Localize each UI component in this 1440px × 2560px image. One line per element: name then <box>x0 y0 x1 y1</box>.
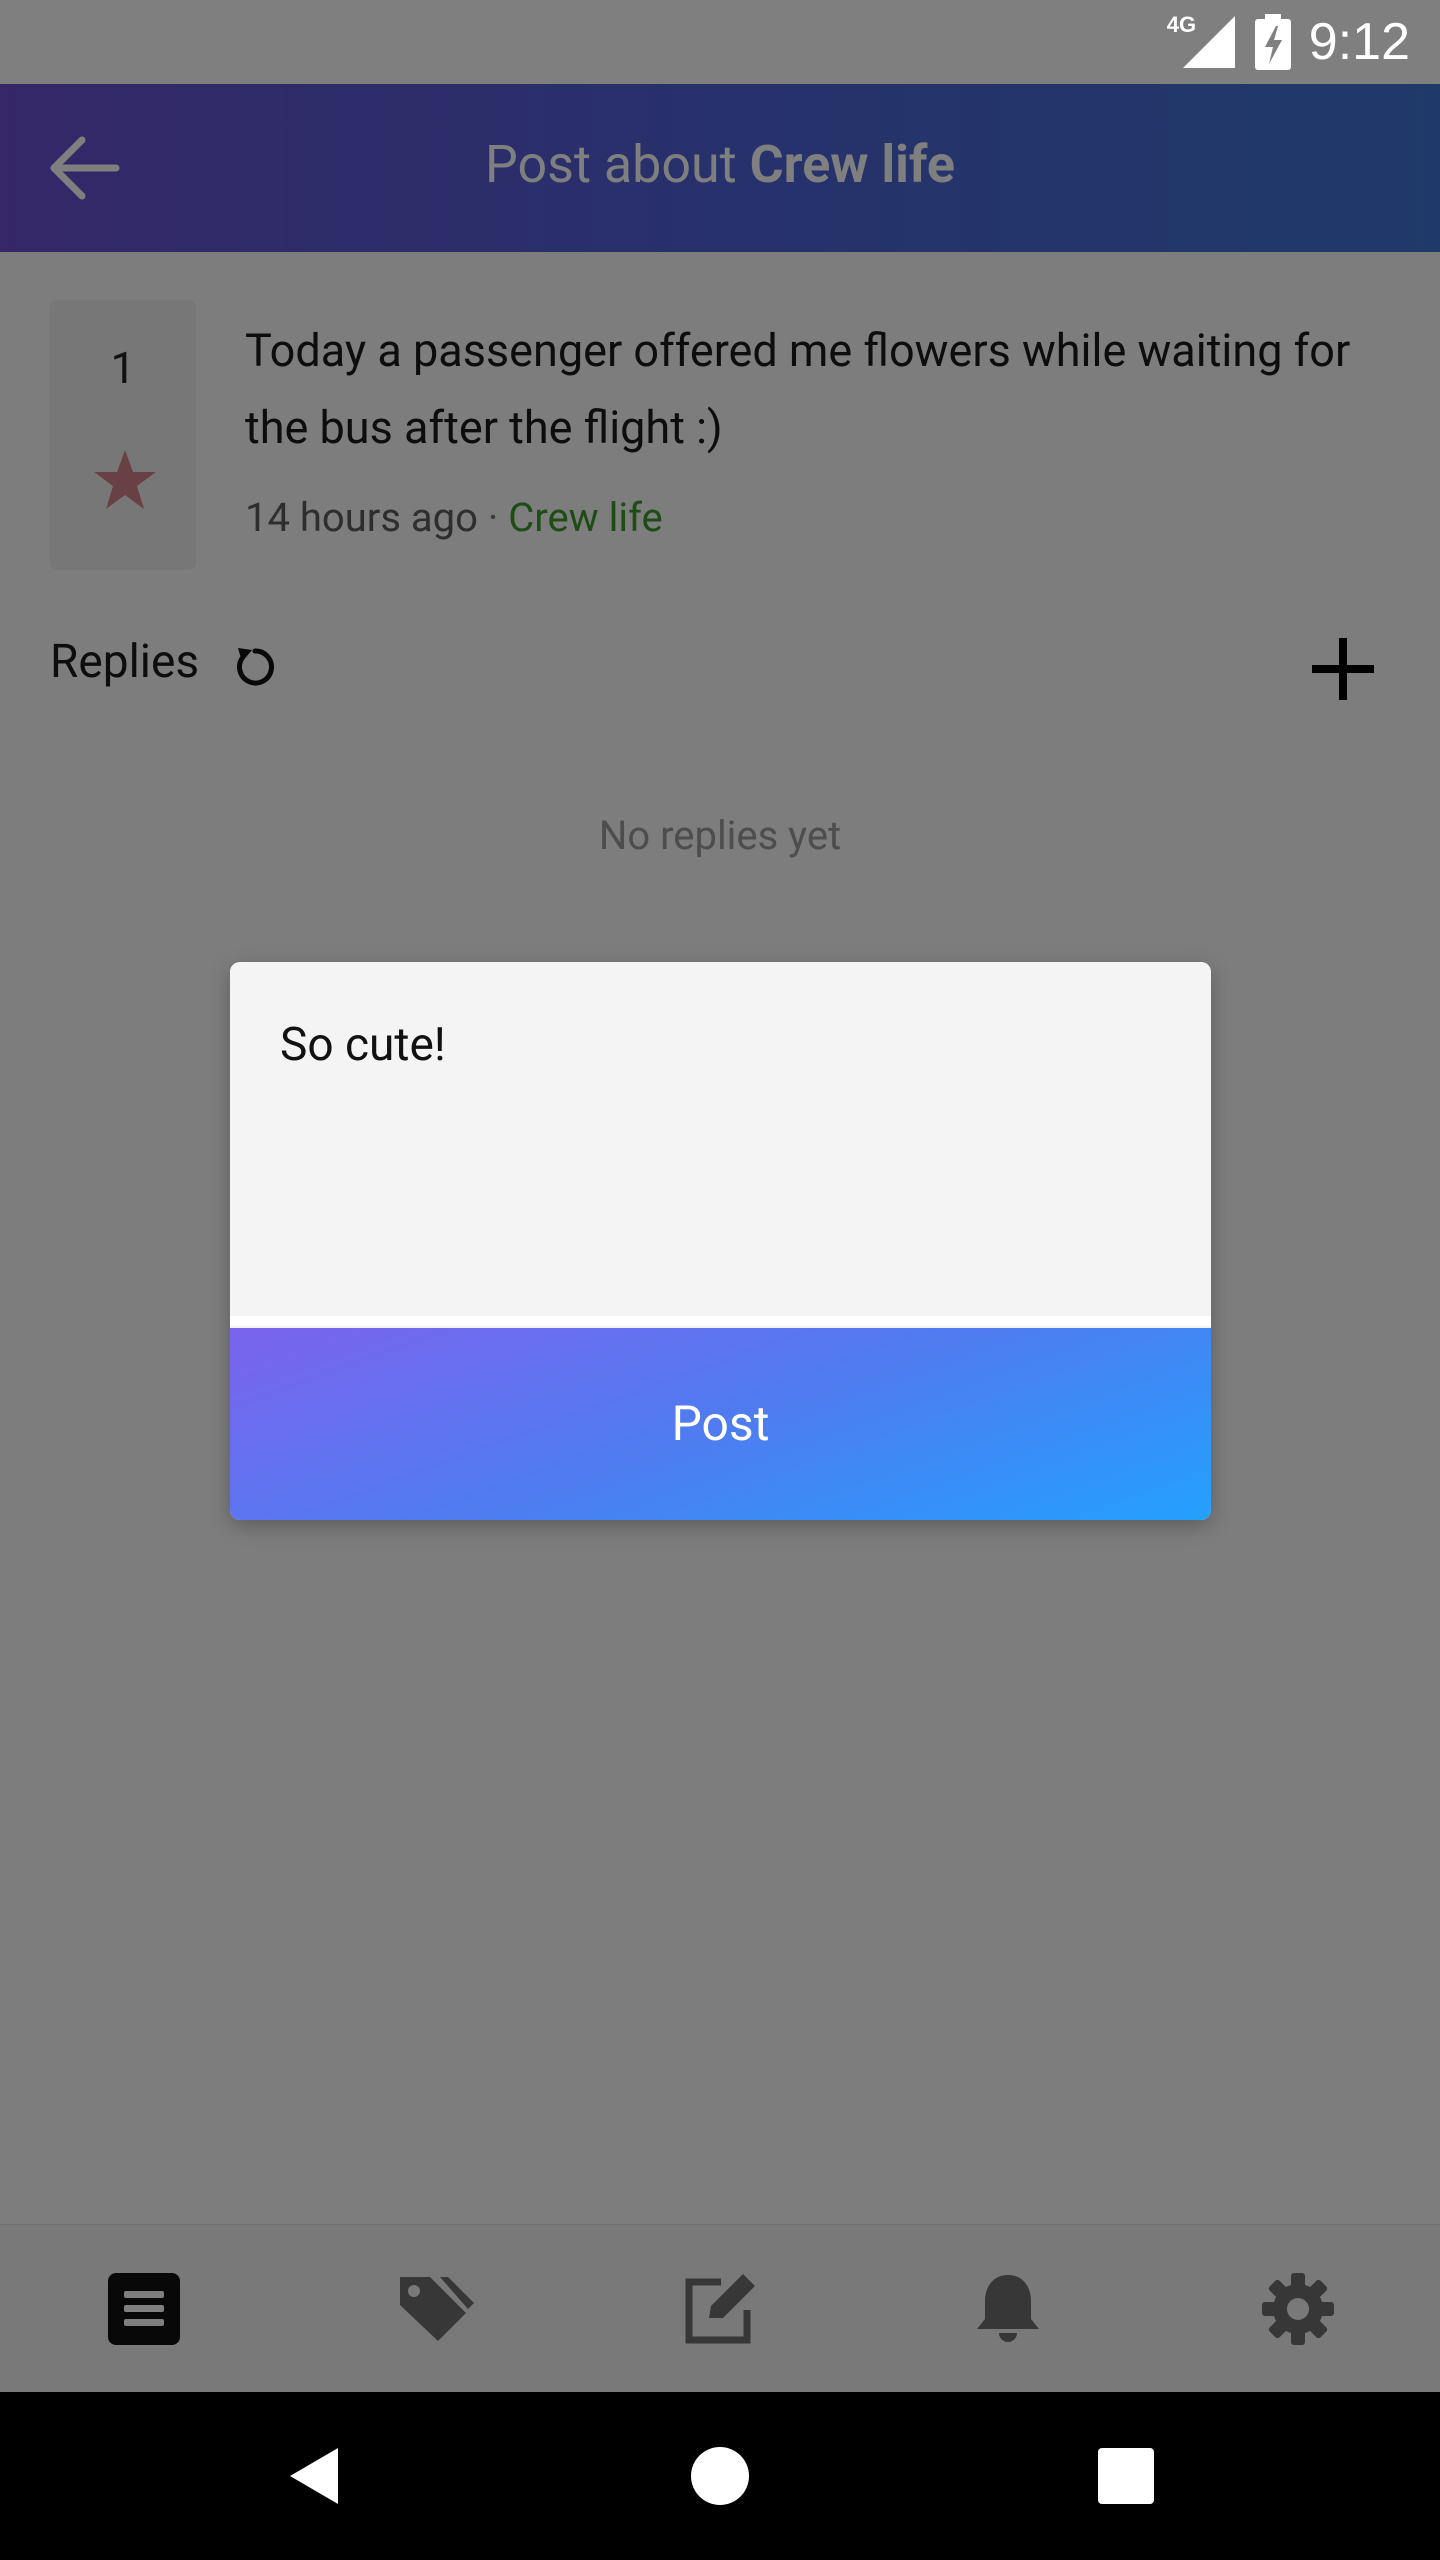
status-bar: 4G 9:12 <box>0 0 1440 84</box>
post-button[interactable]: Post <box>230 1328 1211 1520</box>
reply-dialog: So cute! Post <box>230 962 1211 1520</box>
signal-icon: 4G <box>1166 12 1237 70</box>
home-circle-icon[interactable] <box>688 2444 752 2508</box>
status-icons: 4G 9:12 <box>1167 10 1410 74</box>
post-detail-screen: 4G 9:12 Post about Crew life 1 Today a <box>0 0 1440 2560</box>
recents-square-icon[interactable] <box>1094 2444 1158 2508</box>
network-type-label: 4G <box>1166 12 1197 37</box>
system-navigation-bar <box>0 2392 1440 2560</box>
battery-charging-icon <box>1254 14 1291 70</box>
dialog-divider <box>230 1316 1211 1326</box>
back-triangle-icon[interactable] <box>284 2444 348 2508</box>
clock: 9:12 <box>1308 13 1410 71</box>
reply-input[interactable]: So cute! <box>230 962 1211 1354</box>
